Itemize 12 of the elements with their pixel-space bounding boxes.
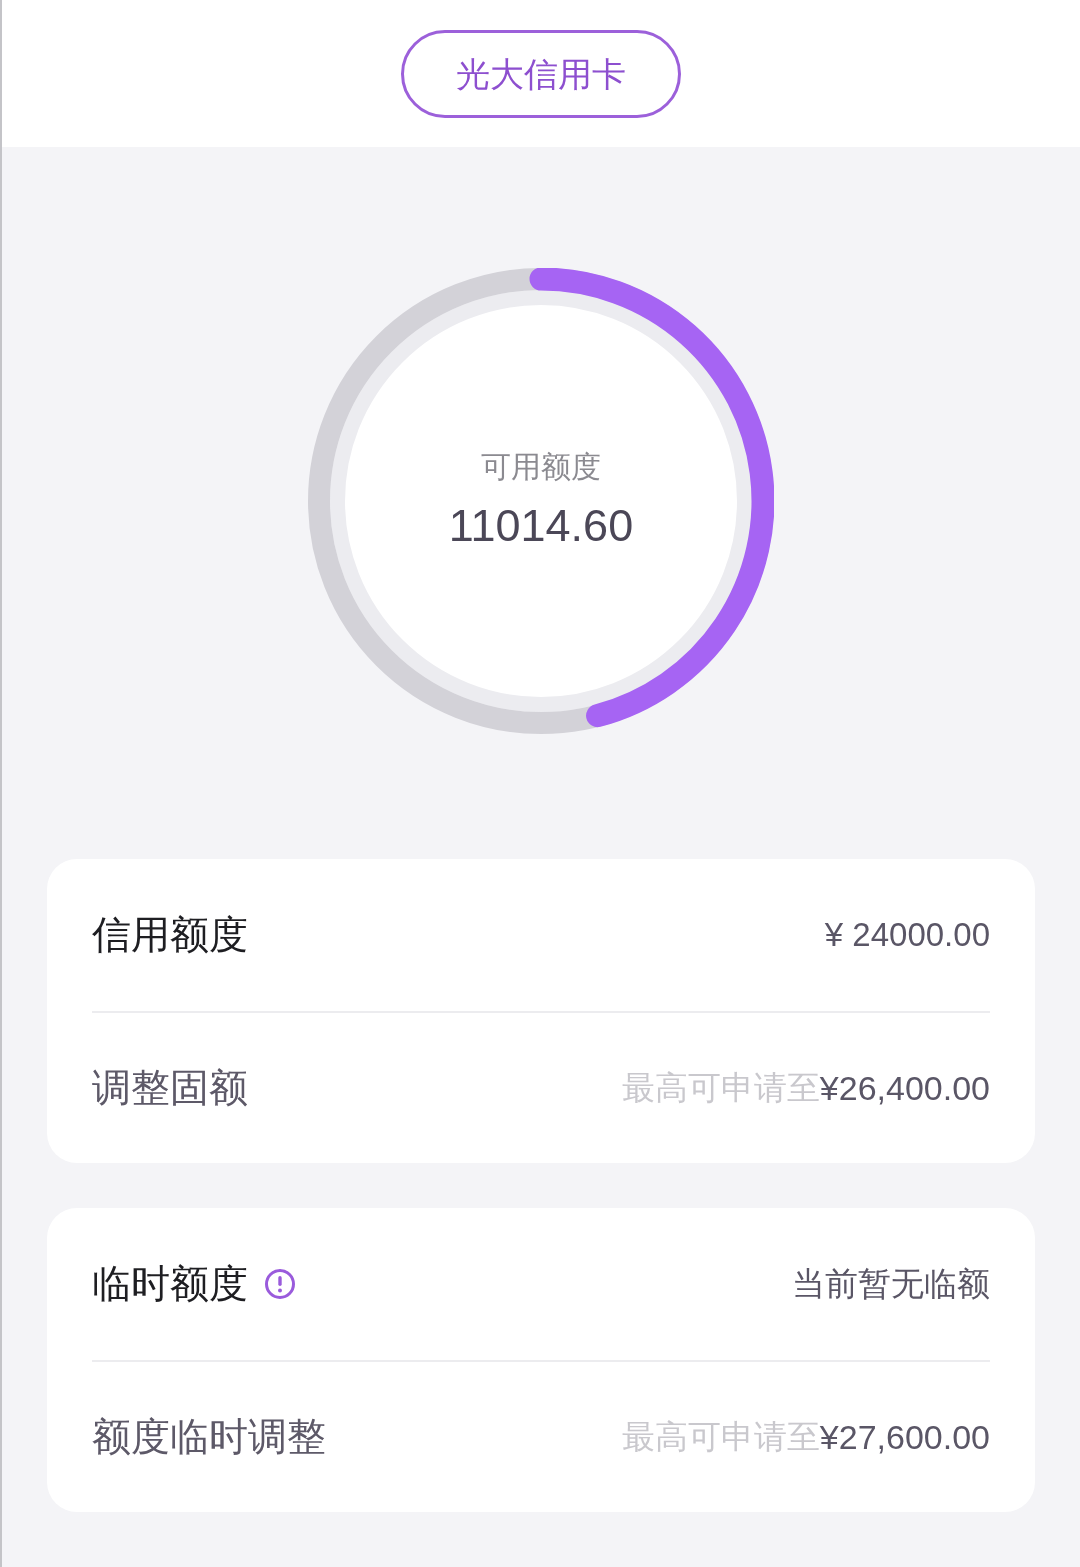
limit-amount: ¥27,600.00 [819,1416,990,1458]
available-credit-label: 可用额度 [481,449,601,485]
available-credit-amount: 11014.60 [448,499,634,553]
row-label: 调整固额 [92,1064,248,1111]
row-label: 信用额度 [92,911,248,958]
row-label: 临时额度 [92,1260,248,1307]
row-label: 额度临时调整 [92,1413,326,1460]
row-value: 当前暂无临额 [792,1264,990,1304]
limit-amount: ¥26,400.00 [819,1067,990,1109]
card-name-button[interactable]: 光大信用卡 [401,29,681,118]
info-icon[interactable] [264,1268,296,1300]
row-value: ¥ 24000.00 [824,915,990,955]
